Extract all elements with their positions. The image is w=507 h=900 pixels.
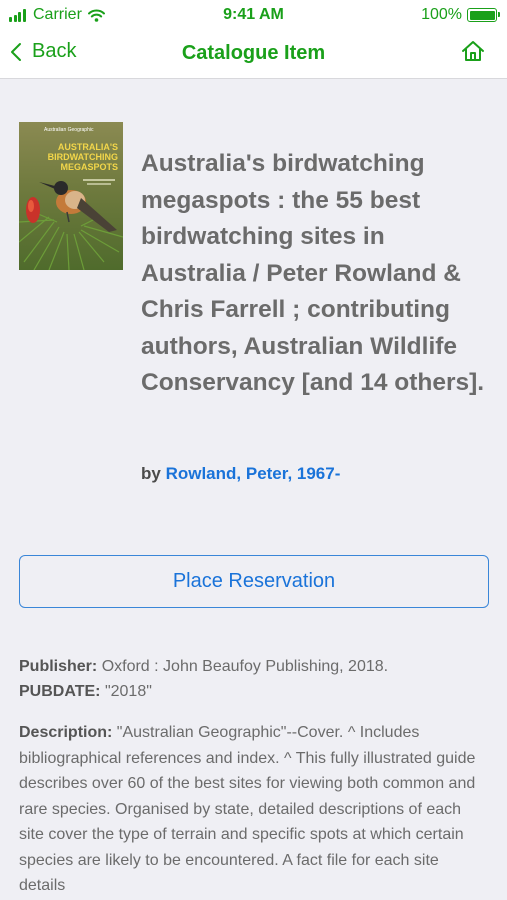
battery-icon (467, 8, 500, 22)
publisher-value: Oxford : John Beaufoy Publishing, 2018. (101, 658, 389, 675)
home-button[interactable] (461, 40, 485, 67)
cover-title-line-2: BIRDWATCHING (48, 152, 118, 162)
cover-title-line-1: AUSTRALIA'S (58, 142, 118, 152)
pubdate-value: "2018" (104, 683, 152, 700)
home-icon (462, 41, 484, 61)
status-bar: Carrier 9:41 AM 100% (0, 0, 507, 30)
pubdate-label: PUBDATE: (19, 683, 101, 700)
navigation-bar: Back Catalogue Item (0, 30, 507, 79)
status-right: 100% (421, 6, 500, 24)
item-title: Australia's birdwatching megaspots : the… (141, 150, 485, 396)
book-cover-image: Australian Geographic AUSTRALIA'S BIRDWA… (19, 122, 123, 270)
place-reservation-button[interactable]: Place Reservation (19, 555, 489, 608)
cover-brand: Australian Geographic (44, 127, 94, 133)
page-title: Catalogue Item (181, 42, 326, 64)
battery-percent: 100% (421, 6, 462, 23)
cover-title-line-3: MEGASPOTS (60, 162, 118, 172)
description: Description: "Australian Geographic"--Co… (19, 720, 489, 899)
author-link[interactable]: Rowland, Peter, 1967- (166, 464, 341, 483)
by-prefix: by (141, 464, 161, 483)
description-label: Description: (19, 724, 113, 741)
pubdate-row: PUBDATE: "2018" (19, 679, 388, 704)
publisher-label: Publisher: (19, 658, 98, 675)
description-text: "Australian Geographic"--Cover. ^ Includ… (19, 724, 476, 894)
publication-details: Publisher: Oxford : John Beaufoy Publish… (19, 654, 388, 704)
author-line: by Rowland, Peter, 1967- (141, 464, 340, 484)
publisher-row: Publisher: Oxford : John Beaufoy Publish… (19, 654, 388, 679)
